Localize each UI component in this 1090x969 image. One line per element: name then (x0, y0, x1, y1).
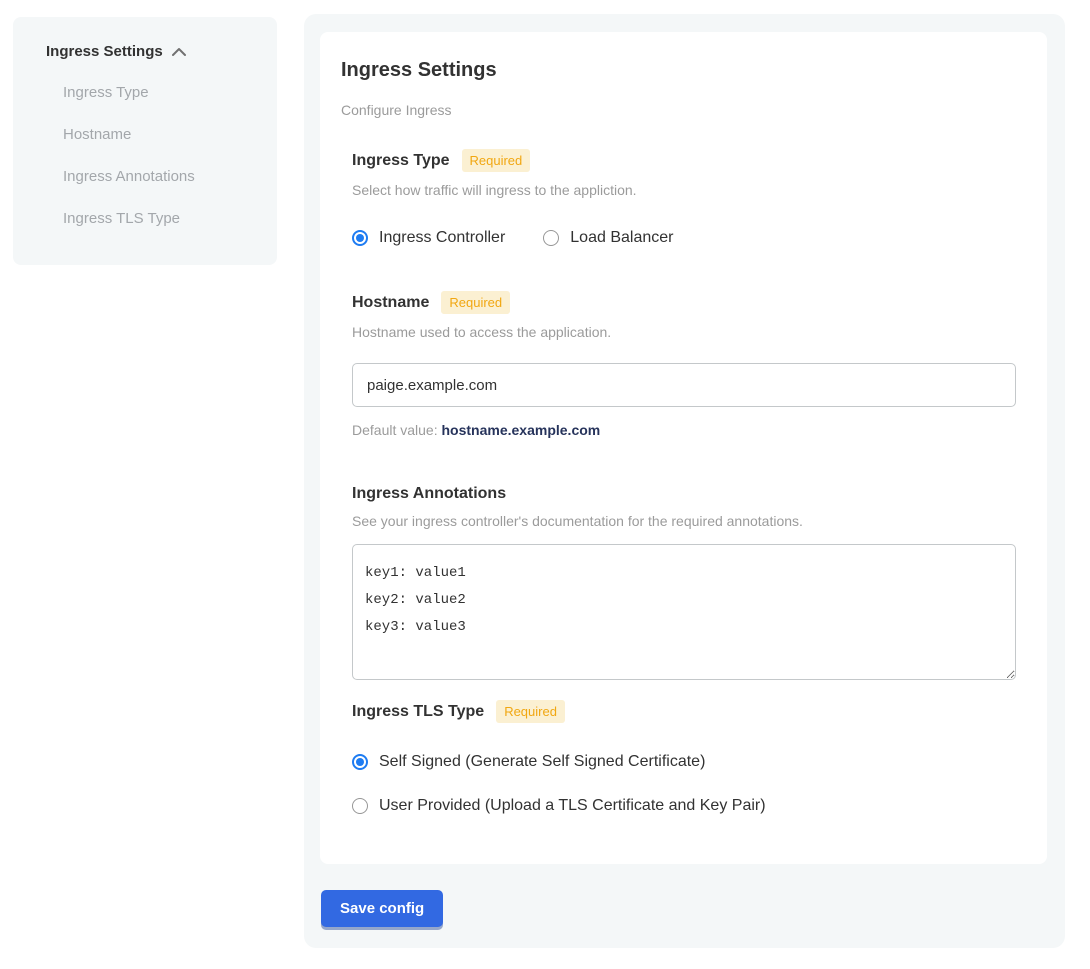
radio-option-load-balancer[interactable]: Load Balancer (543, 229, 673, 247)
radio-icon[interactable] (352, 754, 368, 770)
page-subtitle: Configure Ingress (341, 102, 1016, 119)
radio-label: Ingress Controller (379, 229, 505, 247)
radio-icon[interactable] (352, 798, 368, 814)
default-value-text: hostname.example.com (442, 422, 601, 438)
field-label-ingress-annotations: Ingress Annotations (352, 484, 506, 503)
sidebar-item-ingress-tls-type[interactable]: Ingress TLS Type (63, 210, 257, 228)
required-badge: Required (496, 700, 565, 723)
radio-option-self-signed[interactable]: Self Signed (Generate Self Signed Certif… (352, 753, 1016, 771)
sidebar-item-list: Ingress Type Hostname Ingress Annotation… (46, 84, 257, 228)
sidebar-group-ingress-settings[interactable]: Ingress Settings (46, 43, 257, 60)
required-badge: Required (441, 291, 510, 314)
field-help-ingress-annotations: See your ingress controller's documentat… (352, 513, 1016, 530)
ingress-type-options: Ingress Controller Load Balancer (352, 229, 1016, 247)
field-label-ingress-type: Ingress Type (352, 151, 450, 170)
radio-option-ingress-controller[interactable]: Ingress Controller (352, 229, 505, 247)
radio-label: User Provided (Upload a TLS Certificate … (379, 797, 766, 815)
form-sections: Ingress Type Required Select how traffic… (352, 149, 1016, 815)
radio-icon[interactable] (543, 230, 559, 246)
config-nav-sidebar: Ingress Settings Ingress Type Hostname I… (13, 17, 277, 265)
sidebar-group-title: Ingress Settings (46, 43, 163, 60)
radio-icon[interactable] (352, 230, 368, 246)
save-config-button[interactable]: Save config (321, 890, 443, 927)
sidebar-item-ingress-type[interactable]: Ingress Type (63, 84, 257, 102)
field-help-ingress-type: Select how traffic will ingress to the a… (352, 182, 1016, 199)
config-card: Ingress Settings Configure Ingress Ingre… (320, 32, 1047, 864)
sidebar-item-hostname[interactable]: Hostname (63, 126, 257, 144)
section-ingress-type: Ingress Type Required Select how traffic… (352, 149, 1016, 247)
hostname-input[interactable] (352, 363, 1016, 407)
radio-label: Self Signed (Generate Self Signed Certif… (379, 753, 705, 771)
radio-option-user-provided[interactable]: User Provided (Upload a TLS Certificate … (352, 797, 1016, 815)
sidebar-item-ingress-annotations[interactable]: Ingress Annotations (63, 168, 257, 186)
required-badge: Required (462, 149, 531, 172)
ingress-annotations-textarea[interactable]: key1: value1 key2: value2 key3: value3 (352, 544, 1016, 680)
section-ingress-tls-type: Ingress TLS Type Required Self Signed (G… (352, 700, 1016, 815)
field-label-ingress-tls-type: Ingress TLS Type (352, 702, 484, 721)
ingress-tls-type-options: Self Signed (Generate Self Signed Certif… (352, 753, 1016, 815)
field-help-hostname: Hostname used to access the application. (352, 324, 1016, 341)
section-ingress-annotations: Ingress Annotations See your ingress con… (352, 484, 1016, 680)
field-label-hostname: Hostname (352, 293, 429, 312)
radio-label: Load Balancer (570, 229, 673, 247)
config-panel: Ingress Settings Configure Ingress Ingre… (304, 14, 1065, 948)
section-hostname: Hostname Required Hostname used to acces… (352, 291, 1016, 438)
page-title: Ingress Settings (341, 58, 1016, 82)
default-value-label: Default value: (352, 422, 438, 438)
chevron-up-icon (172, 47, 186, 56)
hostname-default-line: Default value: hostname.example.com (352, 422, 1016, 438)
